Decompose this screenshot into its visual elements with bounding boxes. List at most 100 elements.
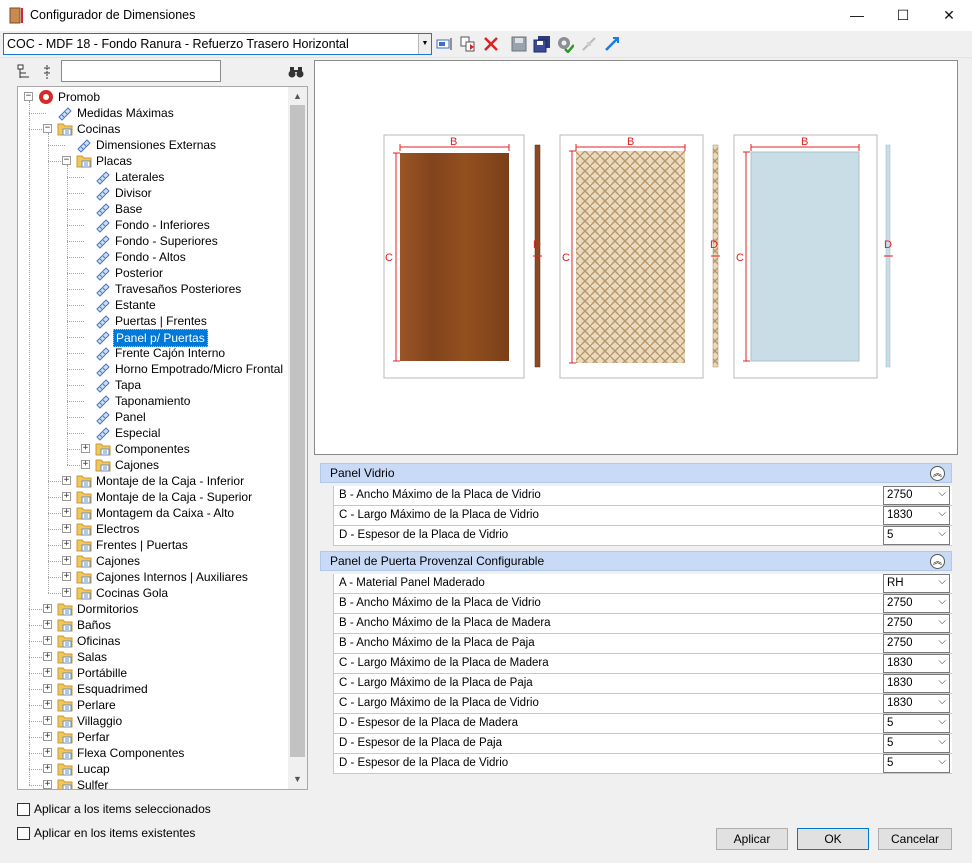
chevron-down-icon[interactable]: ⌵	[938, 596, 946, 607]
collapse-icon[interactable]	[580, 35, 598, 53]
scroll-up-icon[interactable]: ▲	[288, 88, 307, 105]
expand-icon[interactable]: +	[62, 524, 71, 533]
chevron-down-icon[interactable]: ⌵	[938, 676, 946, 687]
property-value-dropdown[interactable]: 1830 ⌵	[883, 674, 950, 693]
tree-item[interactable]: + Frentes | Puertas	[18, 537, 288, 553]
property-value-dropdown[interactable]: 5 ⌵	[883, 734, 950, 753]
apply-selected-checkbox[interactable]	[17, 803, 30, 816]
chevron-down-icon[interactable]: ⌵	[938, 508, 946, 519]
collapse-icon[interactable]: −	[43, 124, 52, 133]
expand-icon[interactable]: +	[43, 652, 52, 661]
expand-icon[interactable]: +	[43, 620, 52, 629]
tree-item[interactable]: − Cocinas	[18, 121, 288, 137]
chevron-down-icon[interactable]: ⌵	[938, 528, 946, 539]
tree-item[interactable]: + Electros	[18, 521, 288, 537]
tree-item[interactable]: Travesaños Posteriores	[18, 281, 288, 297]
property-value-dropdown[interactable]: 1830 ⌵	[883, 654, 950, 673]
chevron-down-icon[interactable]: ⌵	[938, 576, 946, 587]
tree-item[interactable]: + Oficinas	[18, 633, 288, 649]
chevron-down-icon[interactable]: ⌵	[938, 756, 946, 767]
property-value-dropdown[interactable]: 2750 ⌵	[883, 614, 950, 633]
expand-icon[interactable]: +	[43, 732, 52, 741]
collapse-icon[interactable]: −	[24, 92, 33, 101]
tree-item[interactable]: + Cajones	[18, 553, 288, 569]
expand-icon[interactable]: +	[81, 444, 90, 453]
tree-search-input[interactable]	[61, 60, 221, 82]
expand-icon[interactable]: +	[43, 748, 52, 757]
tree-item[interactable]: + Sulfer	[18, 777, 288, 789]
chevron-down-icon[interactable]: ⌵	[938, 696, 946, 707]
property-value-dropdown[interactable]: 1830 ⌵	[883, 506, 950, 525]
collapse-all-icon[interactable]	[40, 64, 54, 80]
chevron-down-icon[interactable]: ⌵	[938, 616, 946, 627]
copy-icon[interactable]	[459, 35, 477, 53]
expand-icon[interactable]: +	[62, 556, 71, 565]
tree-item[interactable]: + Lucap	[18, 761, 288, 777]
expand-icon[interactable]: +	[43, 684, 52, 693]
ok-button[interactable]: OK	[797, 828, 869, 850]
apply-button[interactable]: Aplicar	[716, 828, 788, 850]
tree-item[interactable]: + Perlare	[18, 697, 288, 713]
tree-item[interactable]: + Salas	[18, 649, 288, 665]
tree-item[interactable]: − Placas	[18, 153, 288, 169]
tree-item[interactable]: Divisor	[18, 185, 288, 201]
tree-item[interactable]: Medidas Máximas	[18, 105, 288, 121]
scroll-down-icon[interactable]: ▼	[288, 771, 307, 788]
save-icon[interactable]	[510, 35, 528, 53]
settings-gear-icon[interactable]	[556, 35, 574, 53]
tree-item[interactable]: + Componentes	[18, 441, 288, 457]
tree-item[interactable]: + Portábille	[18, 665, 288, 681]
cancel-button[interactable]: Cancelar	[878, 828, 952, 850]
tree-item[interactable]: + Perfar	[18, 729, 288, 745]
expand-icon[interactable]: +	[43, 716, 52, 725]
tree-item[interactable]: − Promob	[18, 89, 288, 105]
tree-item[interactable]: + Cocinas Gola	[18, 585, 288, 601]
tree-item[interactable]: + Montaje de la Caja - Inferior	[18, 473, 288, 489]
expand-icon[interactable]: +	[62, 540, 71, 549]
tree-item[interactable]: Taponamiento	[18, 393, 288, 409]
property-value-dropdown[interactable]: 2750 ⌵	[883, 634, 950, 653]
tree-item[interactable]: + Montagem da Caixa - Alto	[18, 505, 288, 521]
delete-icon[interactable]	[482, 35, 500, 53]
tree-item[interactable]: Laterales	[18, 169, 288, 185]
expand-icon[interactable]: +	[43, 604, 52, 613]
tree-item[interactable]: + Villaggio	[18, 713, 288, 729]
expand-icon[interactable]: +	[43, 780, 52, 789]
property-value-dropdown[interactable]: 1830 ⌵	[883, 694, 950, 713]
property-value-dropdown[interactable]: 5 ⌵	[883, 714, 950, 733]
rename-icon[interactable]	[436, 35, 454, 53]
tree-item[interactable]: + Flexa Componentes	[18, 745, 288, 761]
tree-item[interactable]: Base	[18, 201, 288, 217]
property-value-dropdown[interactable]: RH ⌵	[883, 574, 950, 593]
minimize-button[interactable]: —	[834, 0, 880, 31]
expand-icon[interactable]: +	[81, 460, 90, 469]
chevron-down-icon[interactable]: ⌵	[938, 736, 946, 747]
expand-all-icon[interactable]	[17, 64, 33, 80]
tree-item[interactable]: Frente Cajón Interno	[18, 345, 288, 361]
expand-icon[interactable]: +	[62, 492, 71, 501]
tree-item[interactable]: Posterior	[18, 265, 288, 281]
collapse-group-icon[interactable]: ︽	[930, 466, 945, 481]
tree-item[interactable]: Horno Empotrado/Micro Frontal	[18, 361, 288, 377]
property-value-dropdown[interactable]: 5 ⌵	[883, 754, 950, 773]
chevron-down-icon[interactable]: ⌵	[938, 488, 946, 499]
tree-item[interactable]: + Cajones	[18, 457, 288, 473]
tree-item[interactable]: + Esquadrimed	[18, 681, 288, 697]
expand-icon[interactable]: +	[62, 588, 71, 597]
binoculars-icon[interactable]	[288, 65, 304, 79]
expand-icon[interactable]: +	[62, 508, 71, 517]
tree-item[interactable]: + Montaje de la Caja - Superior	[18, 489, 288, 505]
chevron-down-icon[interactable]: ▼	[418, 34, 431, 54]
property-value-dropdown[interactable]: 5 ⌵	[883, 526, 950, 545]
chevron-down-icon[interactable]: ⌵	[938, 656, 946, 667]
tree-item[interactable]: Puertas | Frentes	[18, 313, 288, 329]
property-group-header[interactable]: Panel Vidrio ︽	[320, 463, 952, 483]
expand-icon[interactable]: +	[43, 668, 52, 677]
close-button[interactable]: ✕	[926, 0, 972, 31]
maximize-button[interactable]: ☐	[880, 0, 926, 31]
profile-select[interactable]: COC - MDF 18 - Fondo Ranura - Refuerzo T…	[3, 33, 432, 55]
expand-icon[interactable]	[603, 35, 621, 53]
tree-item[interactable]: Estante	[18, 297, 288, 313]
tree-item[interactable]: + Dormitorios	[18, 601, 288, 617]
expand-icon[interactable]: +	[43, 636, 52, 645]
